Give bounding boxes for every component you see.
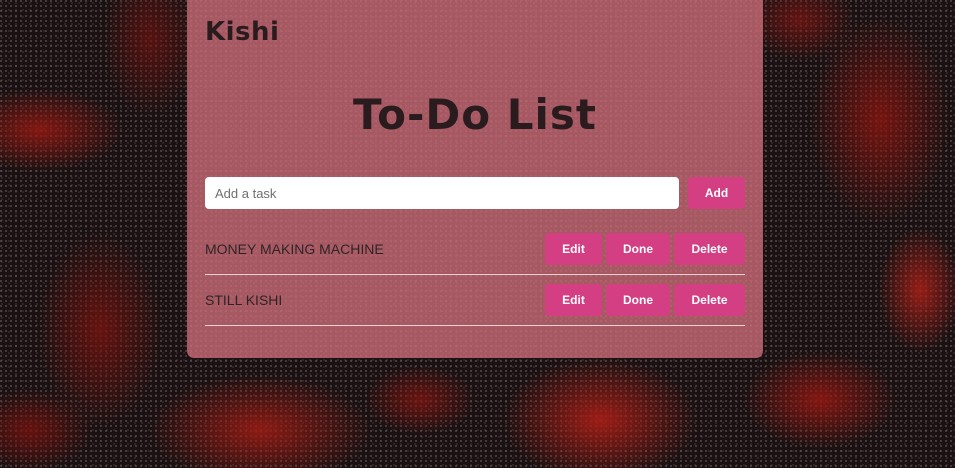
add-task-button[interactable]: Add [688,177,745,209]
done-task-button[interactable]: Done [606,233,670,265]
done-task-button[interactable]: Done [606,284,670,316]
edit-task-button[interactable]: Edit [545,233,602,265]
delete-task-button[interactable]: Delete [674,284,745,316]
delete-task-button[interactable]: Delete [674,233,745,265]
task-text: MONEY MAKING MACHINE [205,241,384,257]
task-row: MONEY MAKING MACHINE Edit Done Delete [205,224,745,275]
task-row: STILL KISHI Edit Done Delete [205,275,745,326]
brand-logo: Kishi [205,17,280,47]
page-title: To-Do List [353,90,597,139]
edit-task-button[interactable]: Edit [545,284,602,316]
task-input[interactable] [205,177,679,209]
task-text: STILL KISHI [205,292,283,308]
todo-card: Kishi To-Do List Add MONEY MAKING MACHIN… [187,0,763,358]
